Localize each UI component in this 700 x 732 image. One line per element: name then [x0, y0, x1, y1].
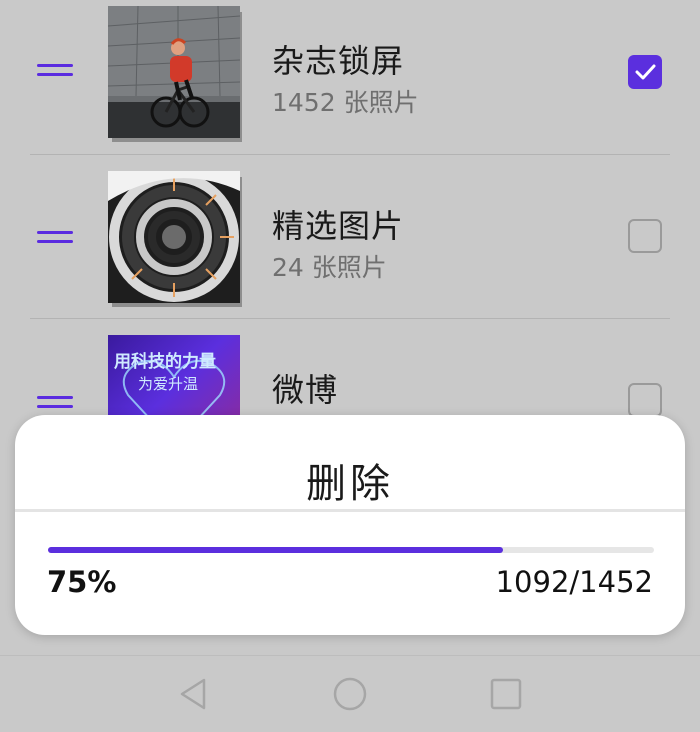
album-row-featured[interactable]: 精选图片 24 张照片: [0, 155, 700, 319]
progress-bar-fill: [48, 547, 503, 553]
checkmark-icon: [635, 64, 656, 80]
back-icon[interactable]: [176, 676, 212, 712]
album-select-checkbox[interactable]: [628, 383, 662, 417]
album-title: 杂志锁屏: [272, 42, 405, 80]
album-thumbnail: [108, 6, 242, 146]
navigation-bar: [0, 655, 700, 732]
banner-text-line2: 为爱升温: [138, 375, 199, 393]
dialog-title: 删除: [306, 461, 394, 507]
progress-bar: [48, 547, 654, 553]
dialog-divider: [15, 509, 685, 512]
home-icon[interactable]: [332, 676, 368, 712]
cyclist-photo-thumbnail: [108, 6, 240, 138]
album-row-magazine-lock[interactable]: 杂志锁屏 1452 张照片: [0, 0, 700, 164]
album-select-checkbox[interactable]: [628, 219, 662, 253]
album-photo-count: 24 张照片: [272, 253, 387, 282]
spiral-staircase-photo-thumbnail: [108, 171, 240, 303]
progress-percent: 75%: [47, 565, 117, 599]
album-title: 精选图片: [272, 207, 405, 245]
album-thumbnail: [108, 171, 242, 311]
recents-icon[interactable]: [488, 676, 524, 712]
drag-handle-icon[interactable]: [37, 64, 73, 78]
drag-handle-icon[interactable]: [37, 396, 73, 410]
album-select-checkbox[interactable]: [628, 55, 662, 89]
banner-text-line1: 用科技的力量: [114, 352, 216, 372]
album-photo-count: 1452 张照片: [272, 88, 419, 117]
album-title: 微博: [272, 371, 339, 409]
delete-progress-dialog: 删除 75% 1092/1452: [15, 415, 685, 635]
drag-handle-icon[interactable]: [37, 231, 73, 245]
progress-count: 1092/1452: [495, 565, 653, 599]
